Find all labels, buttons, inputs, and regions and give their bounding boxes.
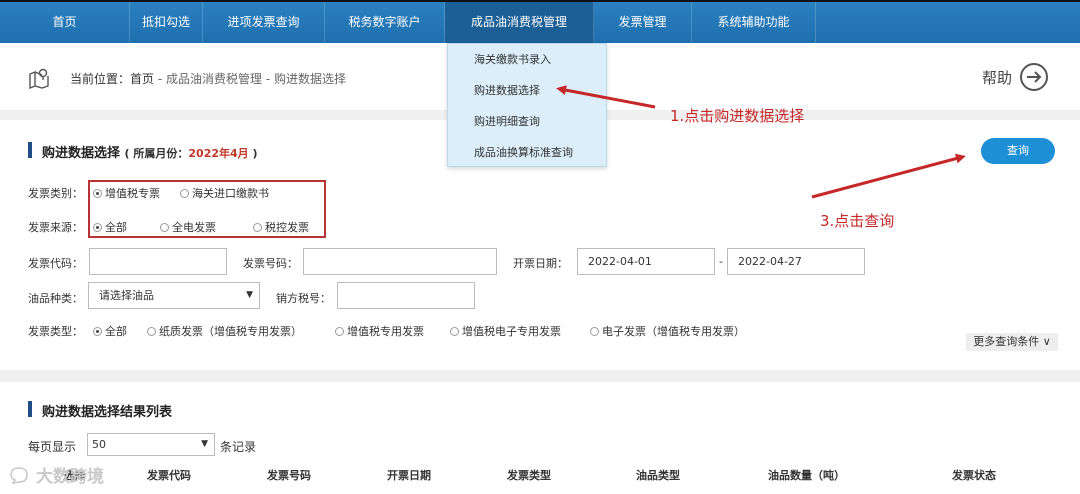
seller-tax-input[interactable] xyxy=(337,282,475,309)
results-panel: 购进数据选择结果列表 每页显示 50 ▼ 条记录 选择 发票代码 发票号码 开票… xyxy=(0,382,1080,494)
date-to-input[interactable]: 2022-04-27 xyxy=(727,248,865,275)
query-section-title: 购进数据选择 ( 所属月份：2022年4月 ) xyxy=(42,146,258,161)
menu-item-purchase-detail-query[interactable]: 购进明细查询 xyxy=(448,106,606,137)
help-button[interactable]: 帮助 xyxy=(982,63,1048,91)
oil-type-value: 请选择油品 xyxy=(99,289,154,302)
invoice-number-label: 发票号码： xyxy=(243,257,298,270)
help-label: 帮助 xyxy=(981,68,1012,87)
radio-type-vat-electronic[interactable]: 增值税电子专用发票 xyxy=(450,323,561,339)
breadcrumb-home[interactable]: 首页 xyxy=(130,72,154,86)
radio-type-vat-special[interactable]: 增值税专用发票 xyxy=(335,323,424,339)
invoice-code-label: 发票代码： xyxy=(28,257,83,270)
menu-item-customs-payment-entry[interactable]: 海关缴款书录入 xyxy=(448,44,606,75)
refined-oil-dropdown-menu: 海关缴款书录入 购进数据选择 购进明细查询 成品油换算标准查询 xyxy=(447,43,607,167)
col-invoice-code: 发票代码 xyxy=(147,469,191,482)
results-section-title: 购进数据选择结果列表 xyxy=(42,405,173,420)
col-oil-quantity: 油品数量（吨） xyxy=(768,469,845,482)
breadcrumb-path: - 成品油消费税管理 - 购进数据选择 xyxy=(154,72,346,86)
col-invoice-number: 发票号码 xyxy=(267,469,311,482)
watermark-logo: 大数跨境 xyxy=(8,462,104,487)
annotation-step1: 1.点击购进数据选择 xyxy=(670,107,805,125)
col-invoice-status: 发票状态 xyxy=(952,469,996,482)
date-from-input[interactable]: 2022-04-01 xyxy=(577,248,715,275)
invoice-number-input[interactable] xyxy=(303,248,497,275)
invoice-category-label: 发票类别： xyxy=(28,187,83,200)
col-oil-type: 油品类型 xyxy=(636,469,680,482)
per-page-select[interactable]: 50 ▼ xyxy=(87,433,215,456)
invoice-source-label: 发票来源： xyxy=(28,221,83,234)
breadcrumb-label: 当前位置： xyxy=(70,72,131,86)
radio-type-electronic-vat[interactable]: 电子发票（增值税专用发票） xyxy=(590,323,745,339)
radio-type-all[interactable]: 全部 xyxy=(93,323,127,339)
per-page-label: 每页显示 xyxy=(28,440,77,454)
caret-down-icon: ▼ xyxy=(246,290,253,300)
col-invoice-type: 发票类型 xyxy=(507,469,551,482)
location-map-icon xyxy=(29,68,49,89)
oil-type-select[interactable]: 请选择油品 ▼ xyxy=(88,282,260,309)
radio-source-all[interactable]: 全部 xyxy=(93,219,127,235)
nav-system-assist[interactable]: 系统辅助功能 xyxy=(692,2,816,43)
radio-vat-special[interactable]: 增值税专票 xyxy=(93,185,160,201)
seller-tax-label: 销方税号： xyxy=(276,292,331,305)
arrow-right-circle-icon xyxy=(1020,63,1048,91)
oil-type-label: 油品种类： xyxy=(28,292,83,305)
nav-refined-oil-tax[interactable]: 成品油消费税管理 xyxy=(445,2,594,43)
caret-down-icon: ▼ xyxy=(201,439,208,449)
menu-item-oil-conversion-standard[interactable]: 成品油换算标准查询 xyxy=(448,137,606,168)
more-conditions-toggle[interactable]: 更多查询条件 ∨ xyxy=(966,333,1058,351)
section-marker xyxy=(28,142,32,158)
col-issue-date: 开票日期 xyxy=(387,469,431,482)
per-page-value: 50 xyxy=(92,438,106,451)
top-nav: 首页 抵扣勾选 进项发票查询 税务数字账户 成品油消费税管理 发票管理 系统辅助… xyxy=(0,0,1080,43)
per-page-suffix: 条记录 xyxy=(220,440,257,454)
section-marker xyxy=(28,401,32,417)
radio-type-paper-vat[interactable]: 纸质发票（增值税专用发票） xyxy=(147,323,302,339)
issue-date-label: 开票日期： xyxy=(513,257,568,270)
period-month: 2022年4月 xyxy=(188,147,249,160)
nav-input-invoice-query[interactable]: 进项发票查询 xyxy=(203,2,325,43)
breadcrumb: 当前位置：首页 - 成品油消费税管理 - 购进数据选择 xyxy=(70,70,346,87)
nav-home[interactable]: 首页 xyxy=(0,2,130,43)
invoice-type-label: 发票类型： xyxy=(28,325,83,338)
annotation-step3: 3.点击查询 xyxy=(820,212,895,230)
radio-source-full-digital[interactable]: 全电发票 xyxy=(160,219,216,235)
radio-source-tax-control[interactable]: 税控发票 xyxy=(253,219,309,235)
invoice-code-input[interactable] xyxy=(89,248,227,275)
nav-deduction-select[interactable]: 抵扣勾选 xyxy=(130,2,203,43)
query-button[interactable]: 查询 xyxy=(981,138,1055,164)
date-separator: - xyxy=(719,255,723,268)
nav-invoice-management[interactable]: 发票管理 xyxy=(594,2,692,43)
nav-tax-digital-account[interactable]: 税务数字账户 xyxy=(325,2,445,43)
menu-item-purchase-data-select[interactable]: 购进数据选择 xyxy=(448,75,606,106)
radio-customs-import[interactable]: 海关进口缴款书 xyxy=(180,185,269,201)
